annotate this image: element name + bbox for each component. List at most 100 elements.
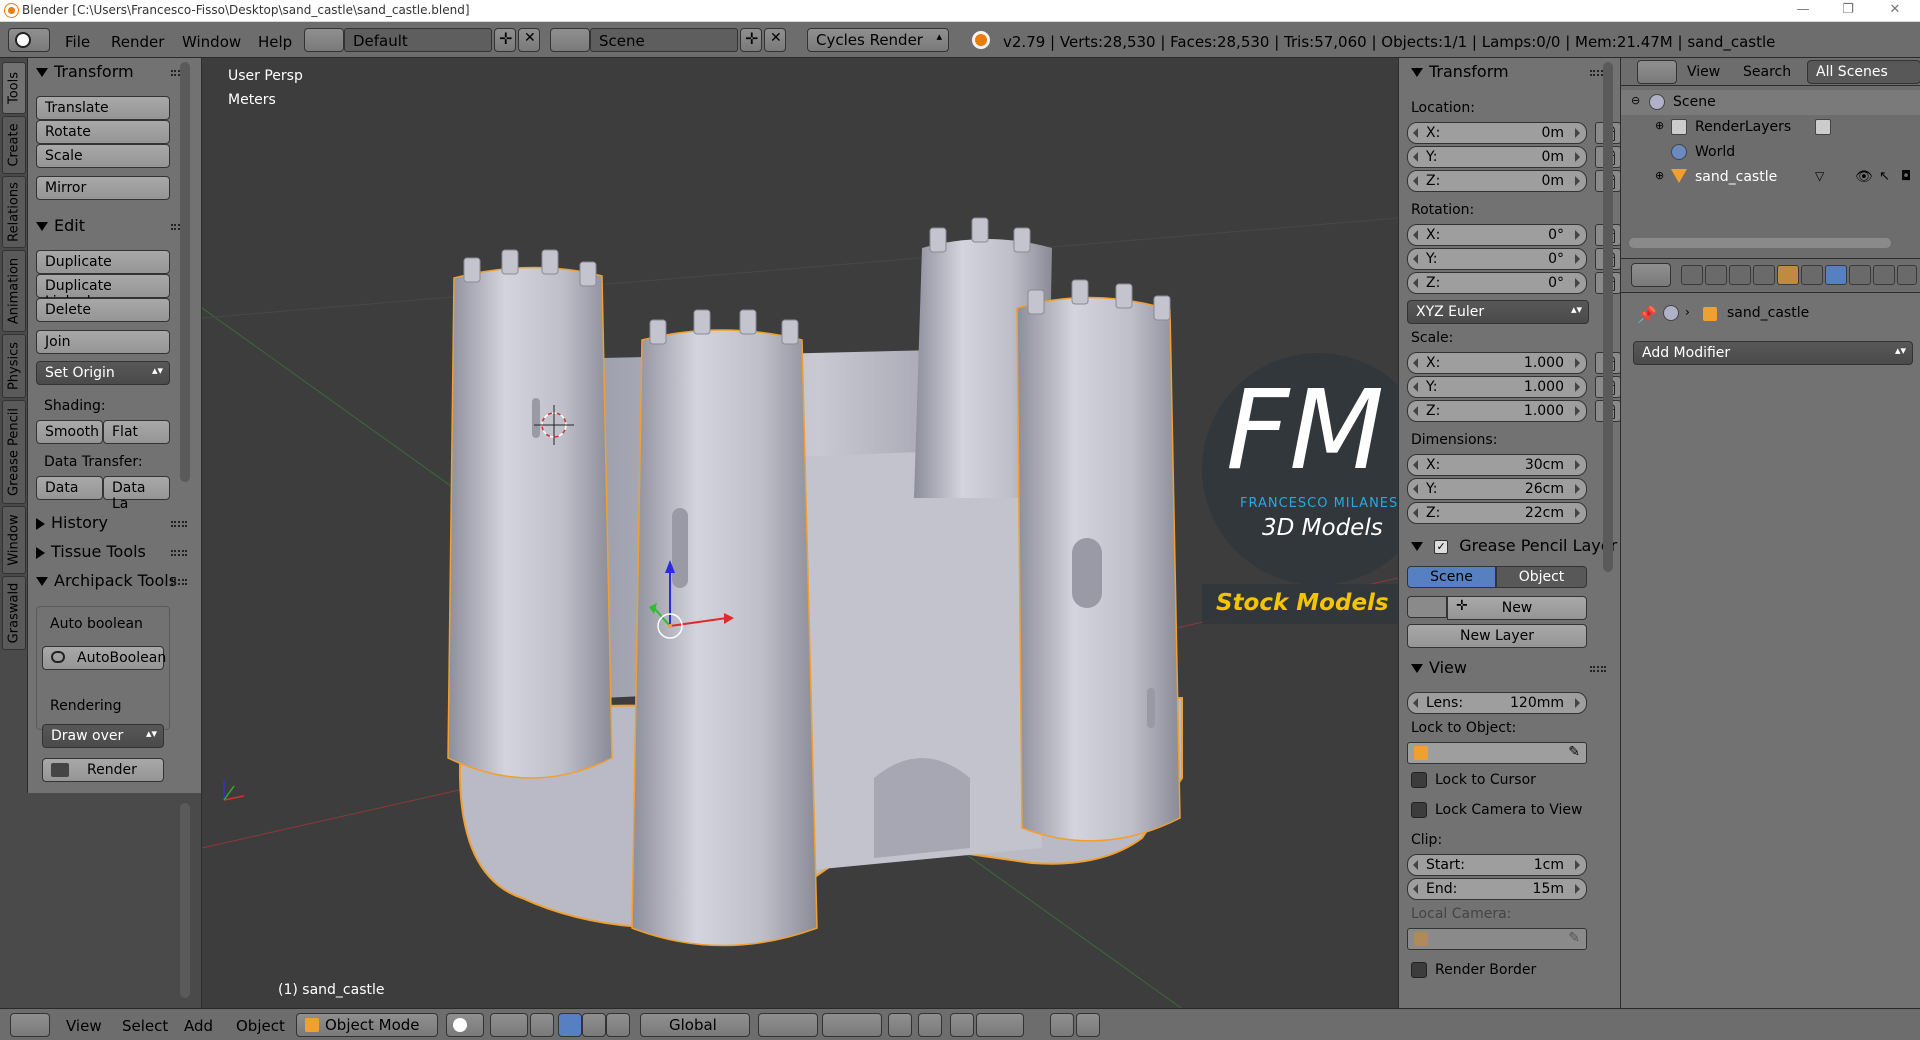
eyedropper-icon[interactable]: ✎: [1568, 930, 1580, 946]
join-button[interactable]: Join: [36, 330, 170, 354]
tab-tools[interactable]: Tools: [2, 62, 26, 114]
smooth-button[interactable]: Smooth: [36, 420, 103, 444]
gp-scene-tab[interactable]: Scene: [1407, 566, 1496, 588]
display-mode-dropdown[interactable]: All Scenes: [1807, 60, 1920, 84]
3d-viewport[interactable]: User Persp Meters (1) sand_castle FM FRA…: [202, 58, 1398, 1008]
scale-x-field[interactable]: X: 1.000: [1407, 352, 1587, 374]
menu-window[interactable]: Window: [182, 33, 241, 51]
menu-add[interactable]: Add: [184, 1017, 213, 1035]
layer-lock-icon[interactable]: [888, 1013, 912, 1037]
rotation-z-field[interactable]: Z: 0°: [1407, 272, 1587, 294]
back-left-tower[interactable]: [447, 266, 613, 779]
snap-toggle-icon[interactable]: [950, 1013, 974, 1037]
cursor-select-icon[interactable]: ↖: [1879, 169, 1890, 184]
editor-type-button[interactable]: [8, 28, 50, 52]
menu-object[interactable]: Object: [236, 1017, 285, 1035]
add-screen-icon[interactable]: ✛: [494, 28, 516, 52]
archipack-panel-header[interactable]: Archipack Tools: [36, 571, 177, 590]
gp-data-browse-icon[interactable]: [1407, 596, 1447, 618]
constraints-tab-icon[interactable]: [1801, 265, 1823, 285]
history-panel-header[interactable]: History: [36, 513, 108, 532]
object-tab-icon[interactable]: [1777, 265, 1799, 285]
tab-window[interactable]: Window: [2, 506, 26, 574]
expand-icon[interactable]: ⊕: [1655, 119, 1664, 132]
scale-z-field[interactable]: Z: 1.000: [1407, 400, 1587, 422]
clip-start-field[interactable]: Start: 1cm: [1407, 854, 1587, 876]
expand-icon[interactable]: ⊕: [1655, 169, 1664, 182]
dimensions-z-field[interactable]: Z: 22cm: [1407, 502, 1587, 524]
gp-new-layer-button[interactable]: New Layer: [1407, 624, 1587, 648]
manipulator-toggle-icon[interactable]: [530, 1013, 554, 1037]
checkbox-checked-icon[interactable]: ✓: [1434, 539, 1449, 554]
panel-grip-icon[interactable]: [171, 579, 187, 585]
collapse-icon[interactable]: ⊖: [1631, 94, 1640, 107]
grease-pencil-layer-header[interactable]: ✓ Grease Pencil Layer: [1411, 536, 1617, 555]
viewport-shading-button[interactable]: [446, 1013, 484, 1037]
viewport-editor-type-button[interactable]: [10, 1013, 50, 1037]
minimize-icon[interactable]: —: [1793, 2, 1813, 18]
layers-group-2[interactable]: [822, 1013, 882, 1037]
outliner-row-scene[interactable]: ⊖ Scene: [1621, 90, 1920, 115]
tissue-tools-panel-header[interactable]: Tissue Tools: [36, 542, 146, 561]
rotation-x-field[interactable]: X: 0°: [1407, 224, 1587, 246]
data-button[interactable]: Data: [36, 476, 103, 500]
render-engine-dropdown[interactable]: Cycles Render ▴: [807, 28, 949, 52]
n-transform-header[interactable]: Transform: [1411, 62, 1509, 81]
flat-button[interactable]: Flat: [103, 420, 170, 444]
mirror-button[interactable]: Mirror: [36, 176, 170, 200]
translate-button[interactable]: Translate: [36, 96, 170, 120]
screen-layout-icon[interactable]: [304, 28, 344, 52]
tab-animation[interactable]: Animation: [2, 250, 26, 332]
tab-graswald[interactable]: Graswald: [2, 576, 26, 650]
render-button[interactable]: Render: [42, 758, 164, 782]
transform-orientation-dropdown[interactable]: Global: [640, 1013, 750, 1037]
scene-tab-icon[interactable]: [1729, 265, 1751, 285]
scale-y-field[interactable]: Y: 1.000: [1407, 376, 1587, 398]
pivot-point-button[interactable]: [490, 1013, 528, 1037]
menu-render[interactable]: Render: [111, 33, 164, 51]
dimensions-x-field[interactable]: X: 30cm: [1407, 454, 1587, 476]
data-tab-icon[interactable]: [1849, 265, 1871, 285]
add-scene-icon[interactable]: ✛: [740, 28, 762, 52]
restore-icon[interactable]: ❐: [1838, 2, 1858, 18]
n-panel-scrollbar[interactable]: [1603, 62, 1613, 572]
eye-icon[interactable]: 👁: [1855, 169, 1873, 185]
castle-gate[interactable]: [874, 758, 970, 858]
location-y-field[interactable]: Y: 0m: [1407, 146, 1587, 168]
outliner-menu-search[interactable]: Search: [1743, 64, 1791, 80]
menu-view[interactable]: View: [66, 1017, 102, 1035]
rotate-button[interactable]: Rotate: [36, 120, 170, 144]
render-image-icon[interactable]: [1050, 1013, 1074, 1037]
operator-panel-scrollbar[interactable]: [180, 803, 190, 998]
render-camera-icon[interactable]: ◘: [1901, 169, 1911, 184]
transform-panel-header[interactable]: Transform: [36, 62, 134, 81]
translate-manipulator-icon[interactable]: [558, 1013, 582, 1037]
gp-new-button[interactable]: ✛ New: [1447, 596, 1587, 620]
clip-end-field[interactable]: End: 15m: [1407, 878, 1587, 900]
pin-icon[interactable]: 📌: [1637, 305, 1657, 324]
scale-button[interactable]: Scale: [36, 144, 170, 168]
duplicate-button[interactable]: Duplicate: [36, 250, 170, 274]
lock-to-cursor-checkbox[interactable]: [1411, 772, 1427, 788]
tool-shelf-scrollbar[interactable]: [180, 62, 190, 482]
delete-button[interactable]: Delete: [36, 298, 170, 322]
render-animation-icon[interactable]: [1076, 1013, 1100, 1037]
tab-physics[interactable]: Physics: [2, 334, 26, 398]
lock-to-object-field[interactable]: ✎: [1407, 742, 1587, 764]
menu-select[interactable]: Select: [122, 1017, 168, 1035]
mesh-data-icon[interactable]: ▽: [1815, 169, 1824, 183]
tab-relations[interactable]: Relations: [2, 176, 26, 248]
snap-element-dropdown[interactable]: [976, 1013, 1024, 1037]
layers-group-1[interactable]: [758, 1013, 818, 1037]
rotation-y-field[interactable]: Y: 0°: [1407, 248, 1587, 270]
menu-help[interactable]: Help: [258, 33, 292, 51]
duplicate-linked-button[interactable]: Duplicate Linked: [36, 274, 170, 310]
menu-file[interactable]: File: [65, 33, 90, 51]
lock-camera-to-view-checkbox[interactable]: [1411, 802, 1427, 818]
view-panel-header[interactable]: View: [1411, 658, 1467, 677]
panel-grip-icon[interactable]: [1590, 666, 1606, 672]
lens-field[interactable]: Lens: 120mm: [1407, 692, 1587, 714]
delete-screen-icon[interactable]: ✕: [518, 28, 540, 52]
autoboolean-button[interactable]: AutoBoolean: [42, 646, 166, 670]
data-layout-button[interactable]: Data La: [103, 476, 170, 512]
